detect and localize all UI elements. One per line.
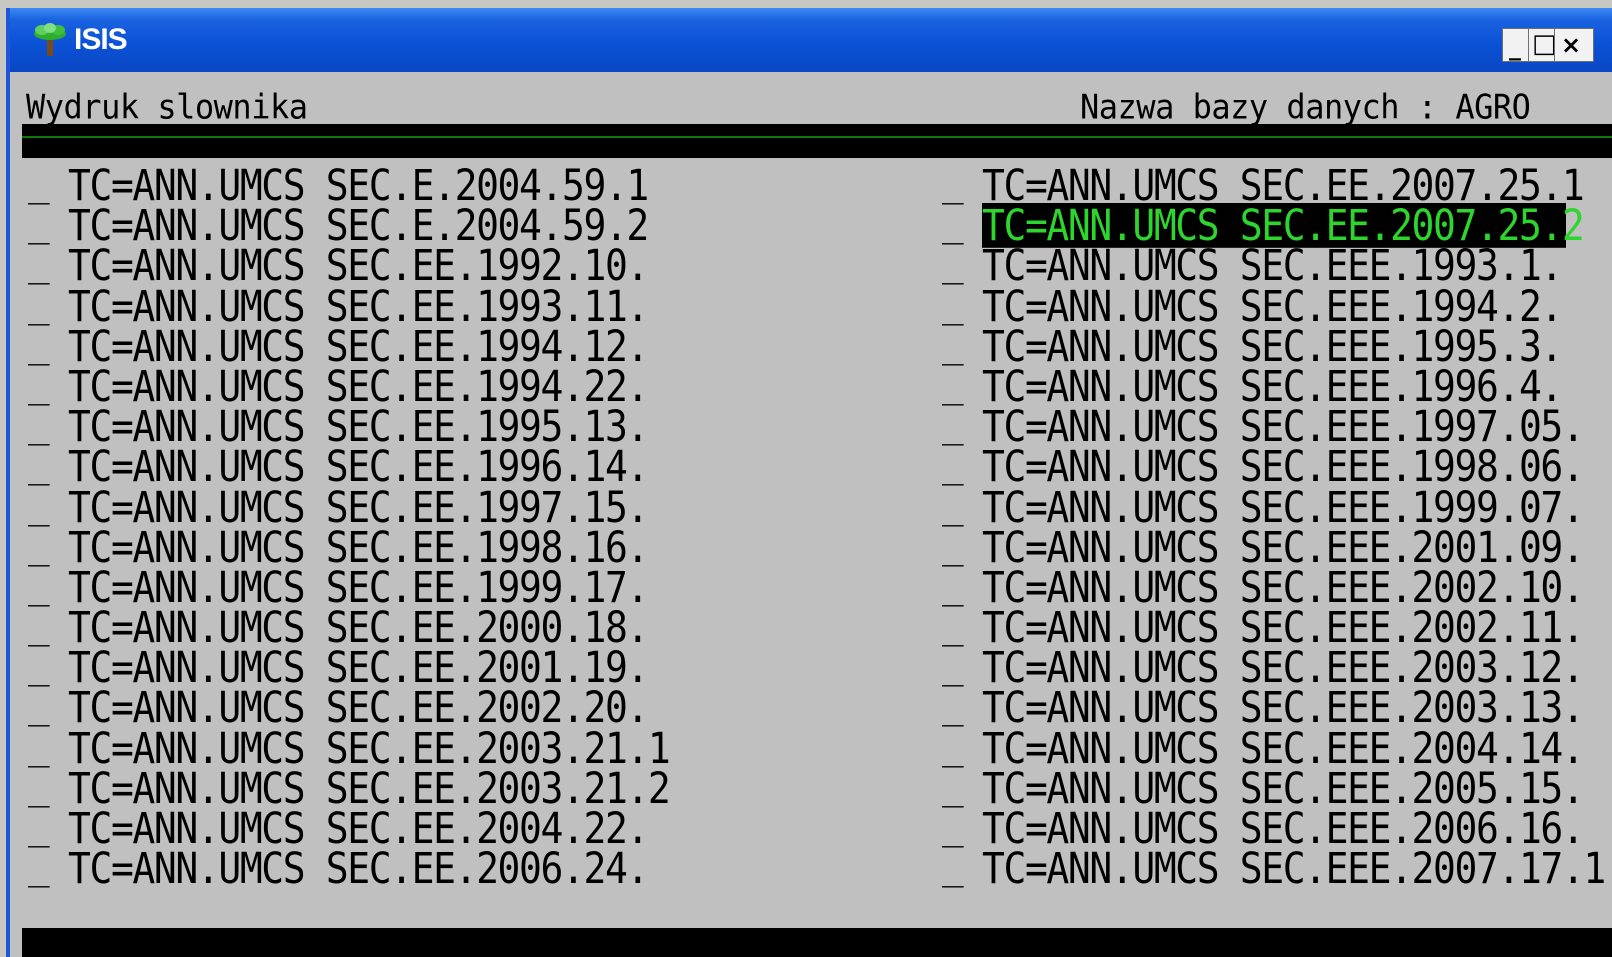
selection-marker[interactable]: _	[942, 687, 964, 727]
screen-title: Wydruk slownika	[26, 87, 308, 127]
selection-marker[interactable]: _	[28, 245, 50, 285]
selection-marker[interactable]: _	[28, 848, 50, 888]
dictionary-term: TC=ANN.UMCS SEC.EE.2006.24.	[68, 843, 649, 894]
selection-marker[interactable]: _	[942, 205, 964, 245]
selection-marker[interactable]: _	[942, 165, 964, 205]
selection-marker[interactable]: _	[942, 808, 964, 848]
header-separator	[22, 124, 1612, 158]
selection-marker[interactable]: _	[28, 808, 50, 848]
selection-marker[interactable]: _	[942, 406, 964, 446]
selection-marker[interactable]: _	[942, 285, 964, 326]
selection-marker[interactable]: _	[942, 647, 964, 687]
selection-marker[interactable]: _	[28, 165, 50, 205]
selection-marker[interactable]: _	[942, 245, 964, 285]
selection-marker[interactable]: _	[28, 607, 50, 647]
selection-marker[interactable]: _	[28, 687, 50, 727]
window-title: ISIS	[74, 23, 128, 56]
isis-window: ISIS _ □ × Wydruk slownika Nazwa bazy da…	[6, 8, 1612, 957]
selection-marker[interactable]: _	[942, 325, 964, 366]
selection-marker[interactable]: _	[28, 647, 50, 687]
footer-bar	[22, 928, 1612, 957]
selection-marker[interactable]: _	[28, 446, 50, 486]
selection-marker[interactable]: _	[28, 566, 50, 607]
database-name-label: Nazwa bazy danych : AGRO	[1080, 87, 1531, 127]
selection-marker[interactable]: _	[28, 526, 50, 567]
selection-marker[interactable]: _	[28, 767, 50, 808]
minimize-icon: _	[1509, 33, 1521, 61]
selection-marker[interactable]: _	[28, 365, 50, 406]
dictionary-term: TC=ANN.UMCS SEC.EEE.2007.17.1	[982, 843, 1606, 894]
selection-marker[interactable]: _	[942, 526, 964, 567]
selection-marker[interactable]: _	[942, 446, 964, 486]
selection-marker[interactable]: _	[942, 727, 964, 768]
separator-line	[22, 136, 1612, 138]
selection-marker[interactable]: _	[942, 767, 964, 808]
maximize-button[interactable]: □	[1528, 28, 1557, 62]
selection-marker[interactable]: _	[942, 486, 964, 527]
close-icon: ×	[1561, 31, 1582, 59]
tree-icon	[34, 23, 66, 56]
selection-marker[interactable]: _	[28, 486, 50, 527]
selection-marker[interactable]: _	[28, 406, 50, 446]
minimize-button[interactable]: _	[1502, 28, 1530, 62]
selection-marker[interactable]: _	[942, 365, 964, 406]
title-bar[interactable]: ISIS _ □ ×	[10, 8, 1612, 72]
maximize-icon: □	[1532, 29, 1557, 59]
selection-marker[interactable]: _	[942, 566, 964, 607]
selection-marker[interactable]: _	[28, 325, 50, 366]
selection-marker[interactable]: _	[28, 205, 50, 245]
selection-marker[interactable]: _	[942, 848, 964, 888]
selection-marker[interactable]: _	[28, 727, 50, 768]
console-area: Wydruk slownika Nazwa bazy danych : AGRO…	[10, 72, 1612, 957]
close-button[interactable]: ×	[1554, 28, 1594, 62]
selection-marker[interactable]: _	[942, 607, 964, 647]
selection-marker[interactable]: _	[28, 285, 50, 326]
